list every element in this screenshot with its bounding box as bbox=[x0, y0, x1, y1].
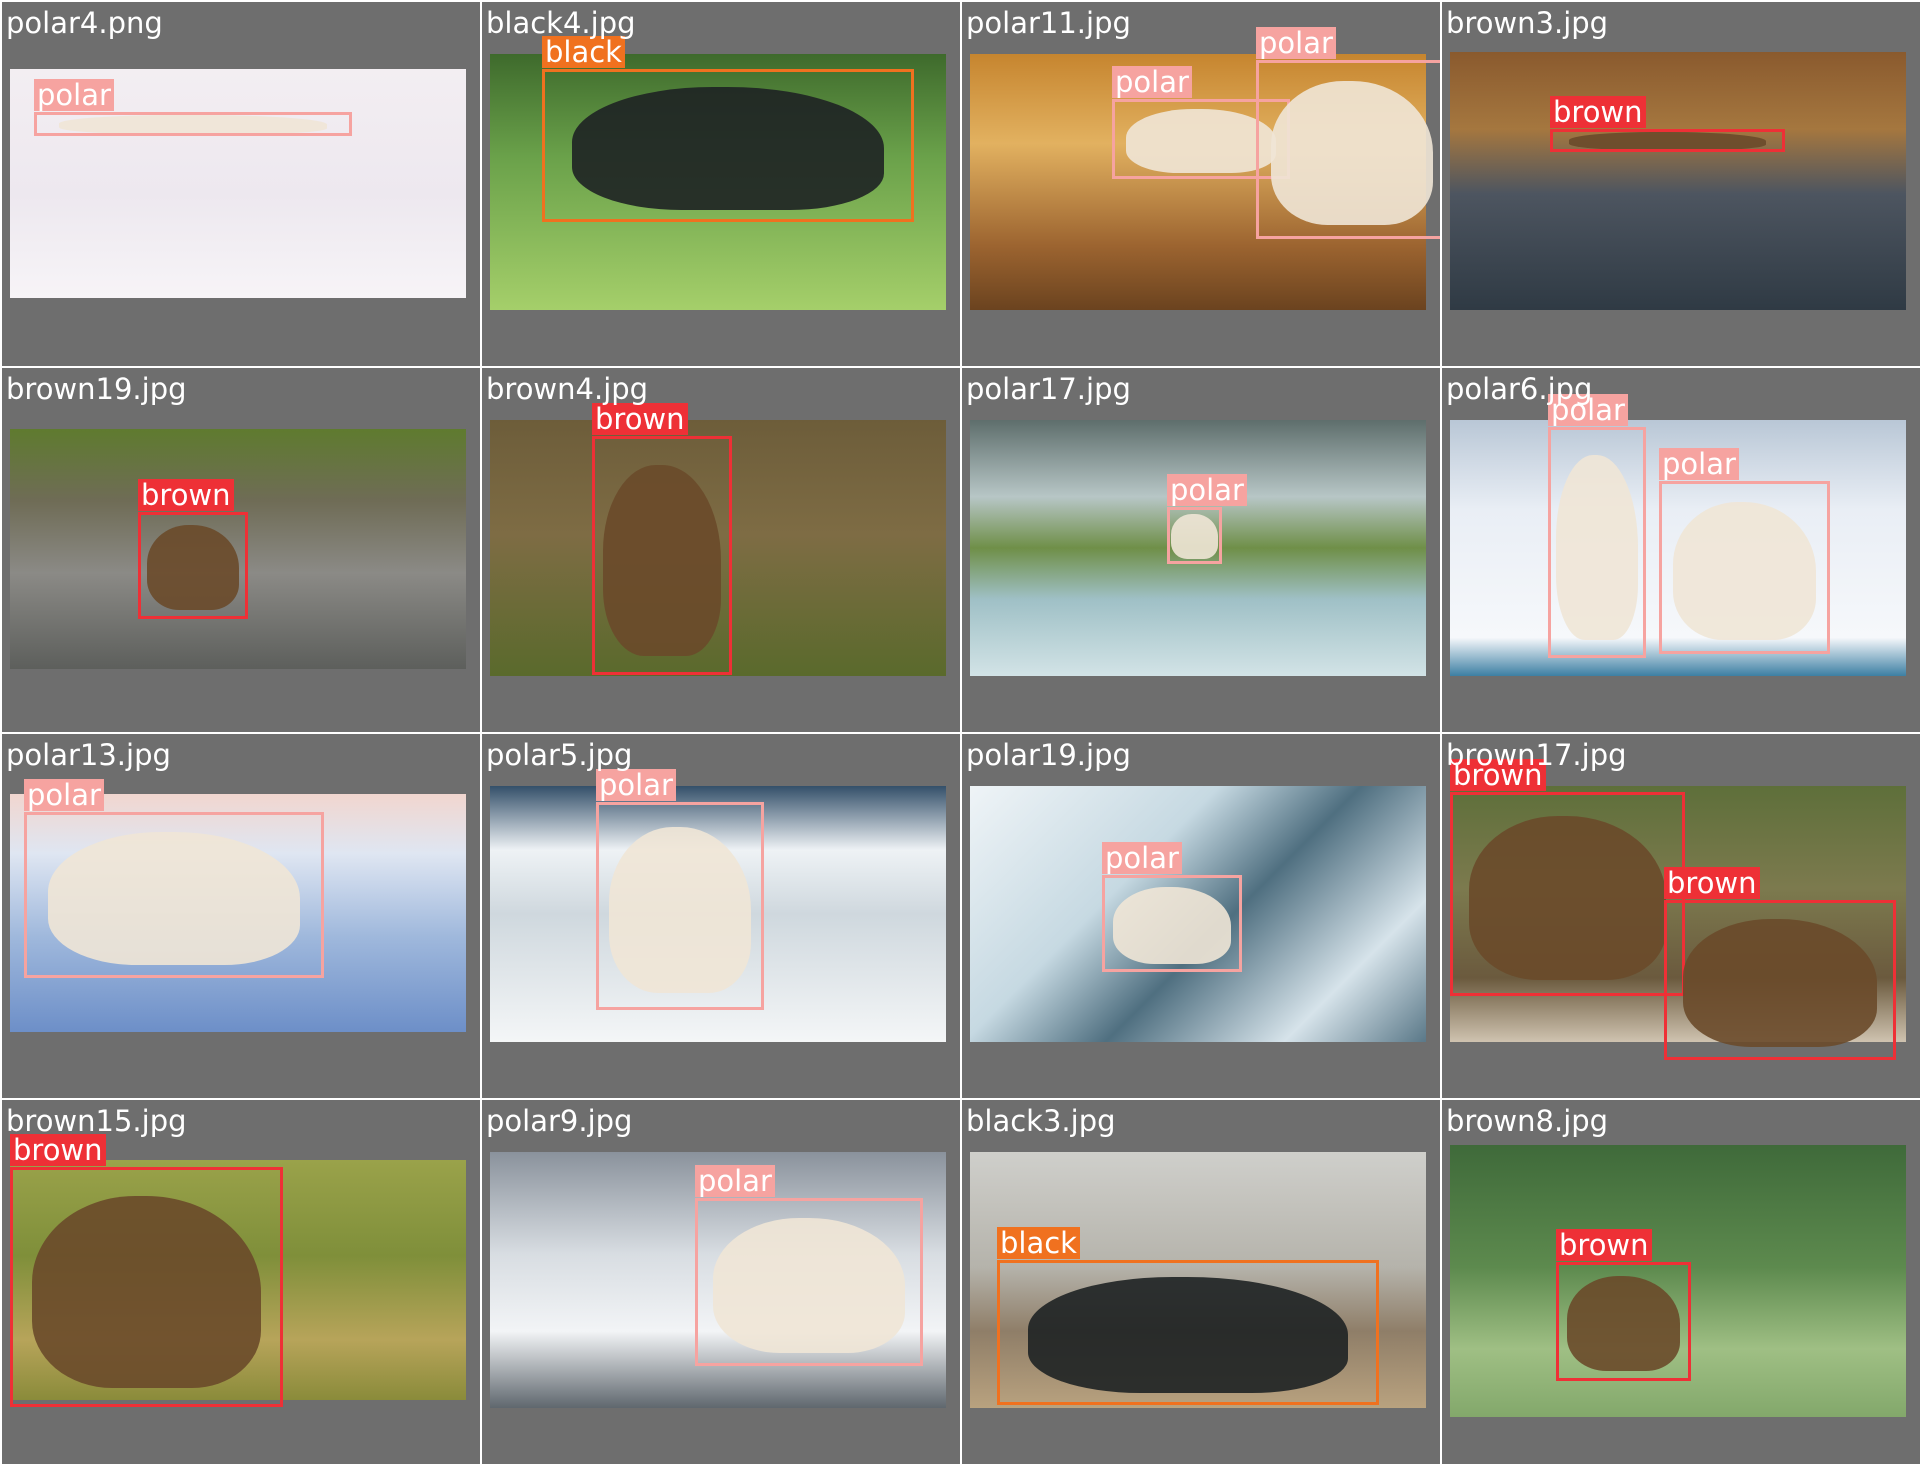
bounding-box bbox=[1548, 427, 1646, 658]
class-label: polar bbox=[695, 1165, 775, 1197]
file-name: brown3.jpg bbox=[1446, 6, 1609, 40]
bounding-box bbox=[1256, 60, 1440, 239]
bounding-box bbox=[138, 512, 248, 619]
panel-14: polar9.jpg polar bbox=[482, 1100, 960, 1464]
bounding-box bbox=[34, 112, 352, 136]
file-name: brown19.jpg bbox=[6, 372, 187, 406]
file-name: brown4.jpg bbox=[486, 372, 649, 406]
file-name: brown15.jpg bbox=[6, 1104, 187, 1138]
panel-9: polar13.jpg polar bbox=[2, 734, 480, 1098]
class-label: polar bbox=[1102, 842, 1182, 874]
file-name: black3.jpg bbox=[966, 1104, 1116, 1138]
class-label: polar bbox=[1256, 27, 1336, 59]
class-label: brown bbox=[138, 479, 234, 511]
file-name: polar5.jpg bbox=[486, 738, 633, 772]
file-name: polar19.jpg bbox=[966, 738, 1131, 772]
bounding-box bbox=[1167, 507, 1222, 564]
file-name: brown8.jpg bbox=[1446, 1104, 1609, 1138]
panel-11: polar19.jpg polar bbox=[962, 734, 1440, 1098]
panel-3: polar11.jpg polar polar bbox=[962, 2, 1440, 366]
class-label: polar bbox=[1659, 448, 1739, 480]
panel-4: brown3.jpg brown bbox=[1442, 2, 1920, 366]
panel-2: black4.jpg black bbox=[482, 2, 960, 366]
bounding-box bbox=[542, 69, 914, 222]
bounding-box bbox=[592, 436, 732, 675]
bear-photo bbox=[1450, 52, 1906, 310]
file-name: polar17.jpg bbox=[966, 372, 1131, 406]
panel-10: polar5.jpg polar bbox=[482, 734, 960, 1098]
class-label: brown bbox=[1550, 96, 1646, 128]
bounding-box bbox=[1556, 1262, 1691, 1381]
class-label: polar bbox=[1112, 66, 1192, 98]
file-name: black4.jpg bbox=[486, 6, 636, 40]
class-label: polar bbox=[34, 79, 114, 111]
bounding-box bbox=[10, 1167, 283, 1407]
detection-results-grid: polar4.png polar black4.jpg black polar11.jp… bbox=[0, 0, 1920, 1464]
bounding-box bbox=[997, 1260, 1379, 1405]
file-name: polar4.png bbox=[6, 6, 163, 40]
bounding-box bbox=[1102, 875, 1242, 972]
panel-7: polar17.jpg polar bbox=[962, 368, 1440, 732]
class-label: black bbox=[997, 1227, 1080, 1259]
panel-1: polar4.png polar bbox=[2, 2, 480, 366]
class-label: polar bbox=[1167, 474, 1247, 506]
bounding-box bbox=[1659, 481, 1830, 654]
class-label: polar bbox=[24, 779, 104, 811]
bounding-box bbox=[695, 1198, 923, 1366]
file-name: polar6.jpg bbox=[1446, 372, 1593, 406]
bounding-box bbox=[24, 812, 324, 978]
class-label: brown bbox=[1556, 1229, 1652, 1261]
bounding-box bbox=[1664, 900, 1896, 1060]
file-name: polar9.jpg bbox=[486, 1104, 633, 1138]
panel-13: brown15.jpg brown bbox=[2, 1100, 480, 1464]
panel-15: black3.jpg black bbox=[962, 1100, 1440, 1464]
file-name: polar11.jpg bbox=[966, 6, 1131, 40]
panel-5: brown19.jpg brown bbox=[2, 368, 480, 732]
panel-12: brown17.jpg brown brown bbox=[1442, 734, 1920, 1098]
bounding-box bbox=[1550, 129, 1785, 152]
file-name: brown17.jpg bbox=[1446, 738, 1627, 772]
bounding-box bbox=[1450, 792, 1685, 996]
panel-6: brown4.jpg brown bbox=[482, 368, 960, 732]
bounding-box bbox=[596, 802, 764, 1010]
file-name: polar13.jpg bbox=[6, 738, 171, 772]
panel-16: brown8.jpg brown bbox=[1442, 1100, 1920, 1464]
panel-8: polar6.jpg polar polar bbox=[1442, 368, 1920, 732]
class-label: brown bbox=[1664, 867, 1760, 899]
